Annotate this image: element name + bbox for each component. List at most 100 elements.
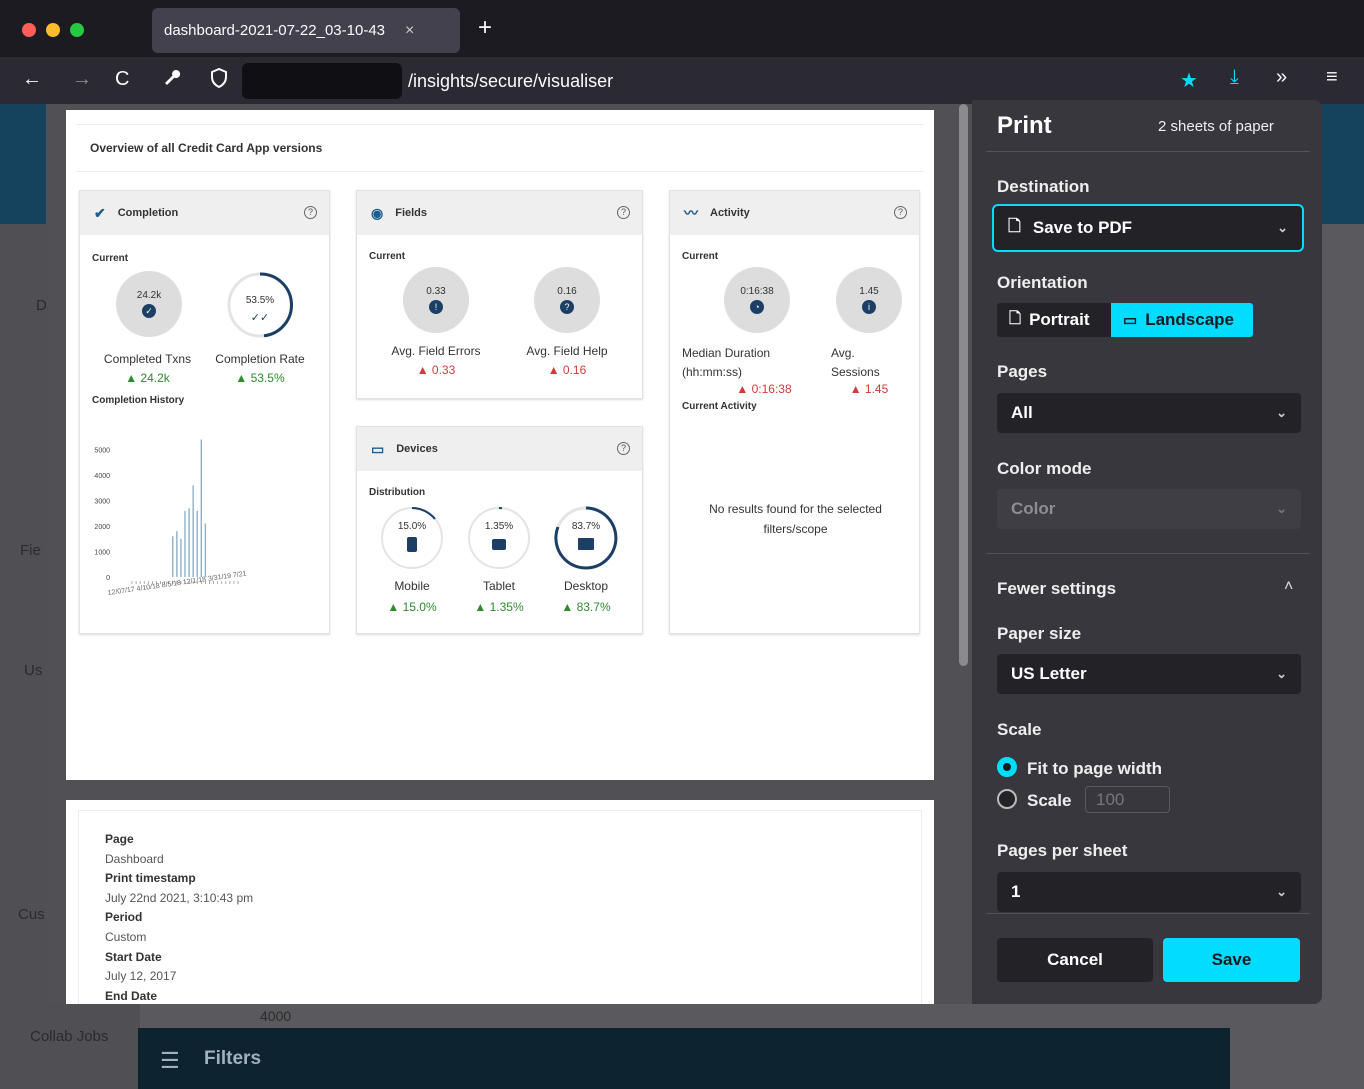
current-activity-label: Current Activity bbox=[682, 401, 757, 412]
mobile-label: Mobile bbox=[394, 579, 430, 593]
devices-card: ▭ Devices ? Distribution 15.0% 1.35% 83.… bbox=[356, 426, 643, 634]
scale-option-label: Scale bbox=[1027, 791, 1072, 810]
field-help-gauge: 0.16 ? bbox=[534, 267, 600, 333]
url-text[interactable]: /insights/secure/visualiser bbox=[408, 71, 613, 92]
landscape-label: Landscape bbox=[1145, 310, 1234, 329]
gauge-value: 83.7% bbox=[571, 521, 601, 532]
duration-delta: ▲ 0:16:38 bbox=[736, 382, 792, 396]
zoom-window-icon[interactable] bbox=[70, 23, 84, 37]
chevron-down-icon: ⌄ bbox=[1276, 884, 1287, 899]
completion-card: ✔ Completion ? Current 24.2k ✓ 53.5% ✓✓ … bbox=[79, 190, 330, 634]
help-icon[interactable]: ? bbox=[894, 206, 907, 219]
pages-select[interactable]: All ⌄ bbox=[997, 393, 1301, 433]
paper-size-label: Paper size bbox=[997, 624, 1082, 643]
table-cell: 4000 bbox=[260, 1008, 292, 1024]
pages-per-sheet-value: 1 bbox=[1011, 882, 1021, 901]
meta-value: July 22nd 2021, 3:10:43 pm bbox=[105, 890, 254, 905]
field-errors-gauge: 0.33 ! bbox=[403, 267, 469, 333]
url-host-redacted bbox=[242, 63, 402, 99]
txns-delta: ▲ 24.2k bbox=[125, 371, 170, 385]
mobile-delta: ▲ 15.0% bbox=[387, 600, 437, 614]
landscape-icon: ▭ bbox=[1123, 312, 1138, 329]
chevron-up-icon[interactable]: ˄ bbox=[1284, 578, 1293, 596]
help-icon[interactable]: ? bbox=[617, 442, 630, 455]
browser-tab[interactable]: dashboard-2021-07-22_03-10-43 × bbox=[152, 8, 460, 53]
activity-header: 〰 Activity ? bbox=[670, 191, 919, 235]
sessions-label: Avg. Sessions bbox=[831, 346, 880, 379]
meta-key: Print timestamp bbox=[105, 871, 196, 886]
meta-value: Dashboard bbox=[105, 851, 164, 866]
tab-close-icon[interactable]: × bbox=[405, 22, 414, 40]
download-icon[interactable]: ⤓ bbox=[1230, 66, 1239, 89]
document-icon: 🗋 bbox=[1009, 309, 1022, 327]
alert-badge-icon: ! bbox=[429, 300, 443, 314]
filters-bar[interactable]: ☰ Filters bbox=[138, 1028, 1230, 1089]
browser-toolbar bbox=[0, 57, 1364, 104]
activity-title: Activity bbox=[710, 207, 750, 219]
gauge-value: 15.0% bbox=[397, 521, 427, 532]
color-mode-value: Color bbox=[1011, 499, 1056, 518]
portrait-option[interactable]: 🗋 Portrait bbox=[997, 303, 1111, 337]
new-tab-button[interactable]: + bbox=[478, 14, 492, 42]
back-icon[interactable]: ← bbox=[22, 68, 42, 91]
sheets-count: 2 sheets of paper bbox=[1158, 118, 1274, 135]
portrait-label: Portrait bbox=[1029, 310, 1090, 329]
star-icon[interactable]: ★ bbox=[1180, 68, 1198, 93]
overflow-icon[interactable]: » bbox=[1276, 66, 1287, 89]
current-label: Current bbox=[92, 253, 129, 264]
chevron-down-icon: ⌄ bbox=[1277, 220, 1288, 235]
clock-badge-icon: ◔ bbox=[750, 300, 764, 314]
completed-txns-label: Completed Txns bbox=[103, 352, 192, 366]
pages-value: All bbox=[1011, 403, 1033, 422]
pages-per-sheet-select[interactable]: 1 ⌄ bbox=[997, 872, 1301, 912]
duration-label: Median Duration (hh:mm:ss) bbox=[682, 346, 771, 379]
fields-title: Fields bbox=[395, 207, 428, 219]
reload-icon[interactable]: C bbox=[115, 68, 129, 91]
close-window-icon[interactable] bbox=[22, 23, 36, 37]
preview-scrollbar[interactable] bbox=[959, 104, 968, 666]
check-badge-icon: ✓ bbox=[142, 304, 156, 318]
tablet-delta: ▲ 1.35% bbox=[474, 600, 524, 614]
paper-size-select[interactable]: US Letter ⌄ bbox=[997, 654, 1301, 694]
document-icon: 🗋 bbox=[1008, 217, 1021, 235]
y-tick-label: 0 bbox=[106, 575, 110, 582]
y-tick-label: 3000 bbox=[94, 499, 110, 506]
eye-icon: ◉ bbox=[371, 204, 384, 221]
devices-header: ▭ Devices ? bbox=[357, 427, 642, 471]
completion-title: Completion bbox=[117, 207, 179, 219]
meta-key: Page bbox=[105, 832, 134, 846]
completion-history-chart: 50004000300020001000012/07/17 4/10/18 8/… bbox=[94, 439, 247, 597]
divider bbox=[986, 151, 1310, 152]
help-icon[interactable]: ? bbox=[617, 206, 630, 219]
scale-input[interactable]: 100 bbox=[1085, 786, 1170, 813]
empty-message: No results found for the selected filter… bbox=[709, 502, 882, 536]
scale-radio[interactable] bbox=[997, 789, 1017, 809]
laptop-icon: ▭ bbox=[371, 440, 385, 457]
chevron-down-icon: ⌄ bbox=[1276, 666, 1287, 681]
sessions-delta: ▲ 1.45 bbox=[849, 382, 889, 396]
cancel-button[interactable]: Cancel bbox=[997, 938, 1153, 982]
menu-icon[interactable]: ≡ bbox=[1326, 66, 1338, 89]
field-help-label: Avg. Field Help bbox=[526, 344, 608, 358]
report-title: Overview of all Credit Card App versions bbox=[90, 141, 323, 155]
landscape-option[interactable]: ▭ Landscape bbox=[1111, 303, 1253, 337]
completion-header: ✔ Completion ? bbox=[80, 191, 329, 235]
wrench-icon[interactable] bbox=[162, 68, 182, 94]
minimize-window-icon[interactable] bbox=[46, 23, 60, 37]
shield-icon[interactable] bbox=[210, 67, 228, 94]
save-button[interactable]: Save bbox=[1163, 938, 1300, 982]
fit-width-radio[interactable] bbox=[997, 757, 1017, 777]
fewer-settings-toggle[interactable]: Fewer settings bbox=[997, 579, 1116, 599]
paper-size-value: US Letter bbox=[1011, 664, 1087, 683]
divider bbox=[986, 553, 1310, 554]
meta-value: July 12, 2017 bbox=[105, 969, 177, 984]
sessions-gauge: 1.45 i bbox=[836, 267, 902, 333]
gauge-value: 1.35% bbox=[484, 521, 514, 532]
help-icon[interactable]: ? bbox=[304, 206, 317, 219]
forward-icon[interactable]: → bbox=[72, 68, 92, 91]
destination-select[interactable]: 🗋 Save to PDF ⌄ bbox=[992, 204, 1304, 252]
tablet-gauge bbox=[468, 507, 530, 569]
pages-per-sheet-label: Pages per sheet bbox=[997, 841, 1128, 860]
fields-header: ◉ Fields ? bbox=[357, 191, 642, 235]
y-tick-label: 2000 bbox=[94, 524, 110, 531]
